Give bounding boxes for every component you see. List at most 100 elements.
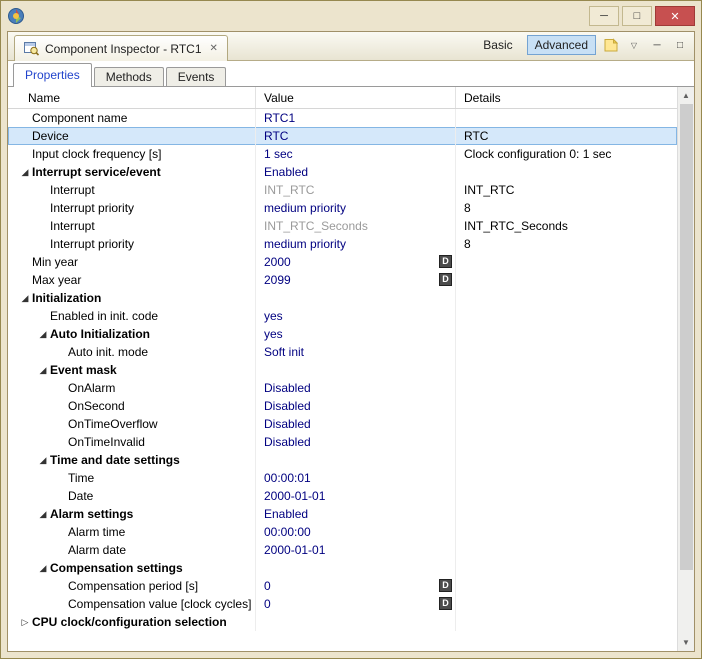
tab-component-inspector[interactable]: Component Inspector - RTC1 ✕	[14, 35, 228, 61]
name-cell[interactable]: ◢ Initialization	[8, 289, 256, 307]
name-cell[interactable]: Input clock frequency [s]	[8, 145, 256, 163]
sticky-note-icon[interactable]	[603, 37, 619, 53]
name-cell[interactable]: Alarm date	[8, 541, 256, 559]
scrollbar-track[interactable]	[678, 104, 694, 634]
value-cell[interactable]: Disabled	[256, 379, 456, 397]
table-row[interactable]: ◢ Interrupt service/event Enabled	[8, 163, 677, 181]
name-cell[interactable]: Compensation period [s]	[8, 577, 256, 595]
table-row[interactable]: ◢ Compensation settings	[8, 559, 677, 577]
default-value-button[interactable]: D	[439, 255, 452, 268]
name-cell[interactable]: Max year	[8, 271, 256, 289]
basic-toggle-button[interactable]: Basic	[476, 36, 519, 54]
table-row[interactable]: Device RTC RTC	[8, 127, 677, 145]
table-row[interactable]: Date 2000-01-01	[8, 487, 677, 505]
advanced-toggle-button[interactable]: Advanced	[526, 35, 596, 55]
table-row[interactable]: ◢ Auto Initialization yes	[8, 325, 677, 343]
scroll-down-icon[interactable]: ▼	[678, 634, 694, 651]
value-cell[interactable]	[256, 613, 456, 631]
value-cell[interactable]	[256, 559, 456, 577]
table-row[interactable]: Compensation value [clock cycles] 0 D	[8, 595, 677, 613]
column-header-name[interactable]: Name	[8, 87, 256, 108]
value-cell[interactable]: 00:00:00	[256, 523, 456, 541]
name-cell[interactable]: OnTimeOverflow	[8, 415, 256, 433]
table-row[interactable]: ◢ Alarm settings Enabled	[8, 505, 677, 523]
value-cell[interactable]: 00:00:01	[256, 469, 456, 487]
expand-collapse-icon[interactable]: ◢	[36, 505, 50, 523]
value-cell[interactable]: Disabled	[256, 433, 456, 451]
name-cell[interactable]: ◢ Auto Initialization	[8, 325, 256, 343]
value-cell[interactable]: Disabled	[256, 415, 456, 433]
column-header-value[interactable]: Value	[256, 87, 456, 108]
value-cell[interactable]: medium priority	[256, 235, 456, 253]
window-titlebar[interactable]: ─ □ ✕	[1, 1, 701, 31]
expand-collapse-icon[interactable]: ▷	[18, 613, 32, 631]
table-row[interactable]: OnAlarm Disabled	[8, 379, 677, 397]
expand-collapse-icon[interactable]: ◢	[36, 559, 50, 577]
window-maximize-button[interactable]: □	[622, 6, 652, 26]
name-cell[interactable]: ◢ Event mask	[8, 361, 256, 379]
value-cell[interactable]: 0D	[256, 577, 456, 595]
name-cell[interactable]: ◢ Compensation settings	[8, 559, 256, 577]
default-value-button[interactable]: D	[439, 597, 452, 610]
name-cell[interactable]: Compensation value [clock cycles]	[8, 595, 256, 613]
table-row[interactable]: Min year 2000 D	[8, 253, 677, 271]
column-header-details[interactable]: Details	[456, 87, 677, 108]
name-cell[interactable]: Interrupt	[8, 217, 256, 235]
expand-collapse-icon[interactable]: ◢	[36, 325, 50, 343]
expand-collapse-icon[interactable]: ◢	[36, 451, 50, 469]
name-cell[interactable]: OnSecond	[8, 397, 256, 415]
value-cell[interactable]: INT_RTC	[256, 181, 456, 199]
value-cell[interactable]: 2000 D	[256, 253, 456, 271]
tab-properties[interactable]: Properties	[13, 63, 92, 87]
table-row[interactable]: Compensation period [s] 0 D	[8, 577, 677, 595]
value-cell[interactable]	[256, 451, 456, 469]
value-cell[interactable]: Disabled	[256, 397, 456, 415]
tab-methods[interactable]: Methods	[93, 67, 164, 87]
window-minimize-button[interactable]: ─	[589, 6, 619, 26]
value-cell[interactable]: Enabled	[256, 163, 456, 181]
view-menu-icon[interactable]: ▽	[626, 37, 642, 53]
name-cell[interactable]: Time	[8, 469, 256, 487]
name-cell[interactable]: Device	[8, 127, 256, 145]
scroll-up-icon[interactable]: ▲	[678, 87, 694, 104]
expand-collapse-icon[interactable]: ◢	[18, 163, 32, 181]
default-value-button[interactable]: D	[439, 579, 452, 592]
value-cell[interactable]: 2000-01-01	[256, 541, 456, 559]
table-row[interactable]: Alarm date 2000-01-01	[8, 541, 677, 559]
table-row[interactable]: Enabled in init. code yes	[8, 307, 677, 325]
name-cell[interactable]: Interrupt	[8, 181, 256, 199]
scrollbar-thumb[interactable]	[680, 104, 693, 571]
value-cell[interactable]: 1 sec	[256, 145, 456, 163]
table-row[interactable]: Component name RTC1	[8, 109, 677, 127]
table-row[interactable]: Alarm time 00:00:00	[8, 523, 677, 541]
tab-close-icon[interactable]: ✕	[210, 43, 218, 54]
expand-collapse-icon[interactable]: ◢	[36, 361, 50, 379]
table-row[interactable]: Interrupt INT_RTC INT_RTC	[8, 181, 677, 199]
expand-collapse-icon[interactable]: ◢	[18, 289, 32, 307]
name-cell[interactable]: Interrupt priority	[8, 199, 256, 217]
name-cell[interactable]: Alarm time	[8, 523, 256, 541]
table-row[interactable]: Interrupt INT_RTC_Seconds INT_RTC_Seconds	[8, 217, 677, 235]
name-cell[interactable]: OnTimeInvalid	[8, 433, 256, 451]
name-cell[interactable]: Min year	[8, 253, 256, 271]
name-cell[interactable]: ▷ CPU clock/configuration selection	[8, 613, 256, 631]
vertical-scrollbar[interactable]: ▲ ▼	[677, 87, 694, 651]
value-cell[interactable]: Soft init	[256, 343, 456, 361]
table-row[interactable]: OnTimeInvalid Disabled	[8, 433, 677, 451]
view-maximize-icon[interactable]: □	[672, 37, 688, 53]
value-cell[interactable]	[256, 361, 456, 379]
window-close-button[interactable]: ✕	[655, 6, 695, 26]
table-row[interactable]: ◢ Initialization	[8, 289, 677, 307]
table-row[interactable]: Interrupt priority medium priority 8	[8, 235, 677, 253]
table-row[interactable]: Input clock frequency [s] 1 sec Clock conf…	[8, 145, 677, 163]
table-row[interactable]: ◢ Event mask	[8, 361, 677, 379]
name-cell[interactable]: ◢ Time and date settings	[8, 451, 256, 469]
value-cell[interactable]: RTC1	[256, 109, 456, 127]
name-cell[interactable]: ◢ Interrupt service/event	[8, 163, 256, 181]
table-row[interactable]: Time 00:00:01	[8, 469, 677, 487]
table-row[interactable]: Auto init. mode Soft init	[8, 343, 677, 361]
value-cell[interactable]: INT_RTC_Seconds	[256, 217, 456, 235]
name-cell[interactable]: OnAlarm	[8, 379, 256, 397]
name-cell[interactable]: Auto init. mode	[8, 343, 256, 361]
table-row[interactable]: ▷ CPU clock/configuration selection	[8, 613, 677, 631]
